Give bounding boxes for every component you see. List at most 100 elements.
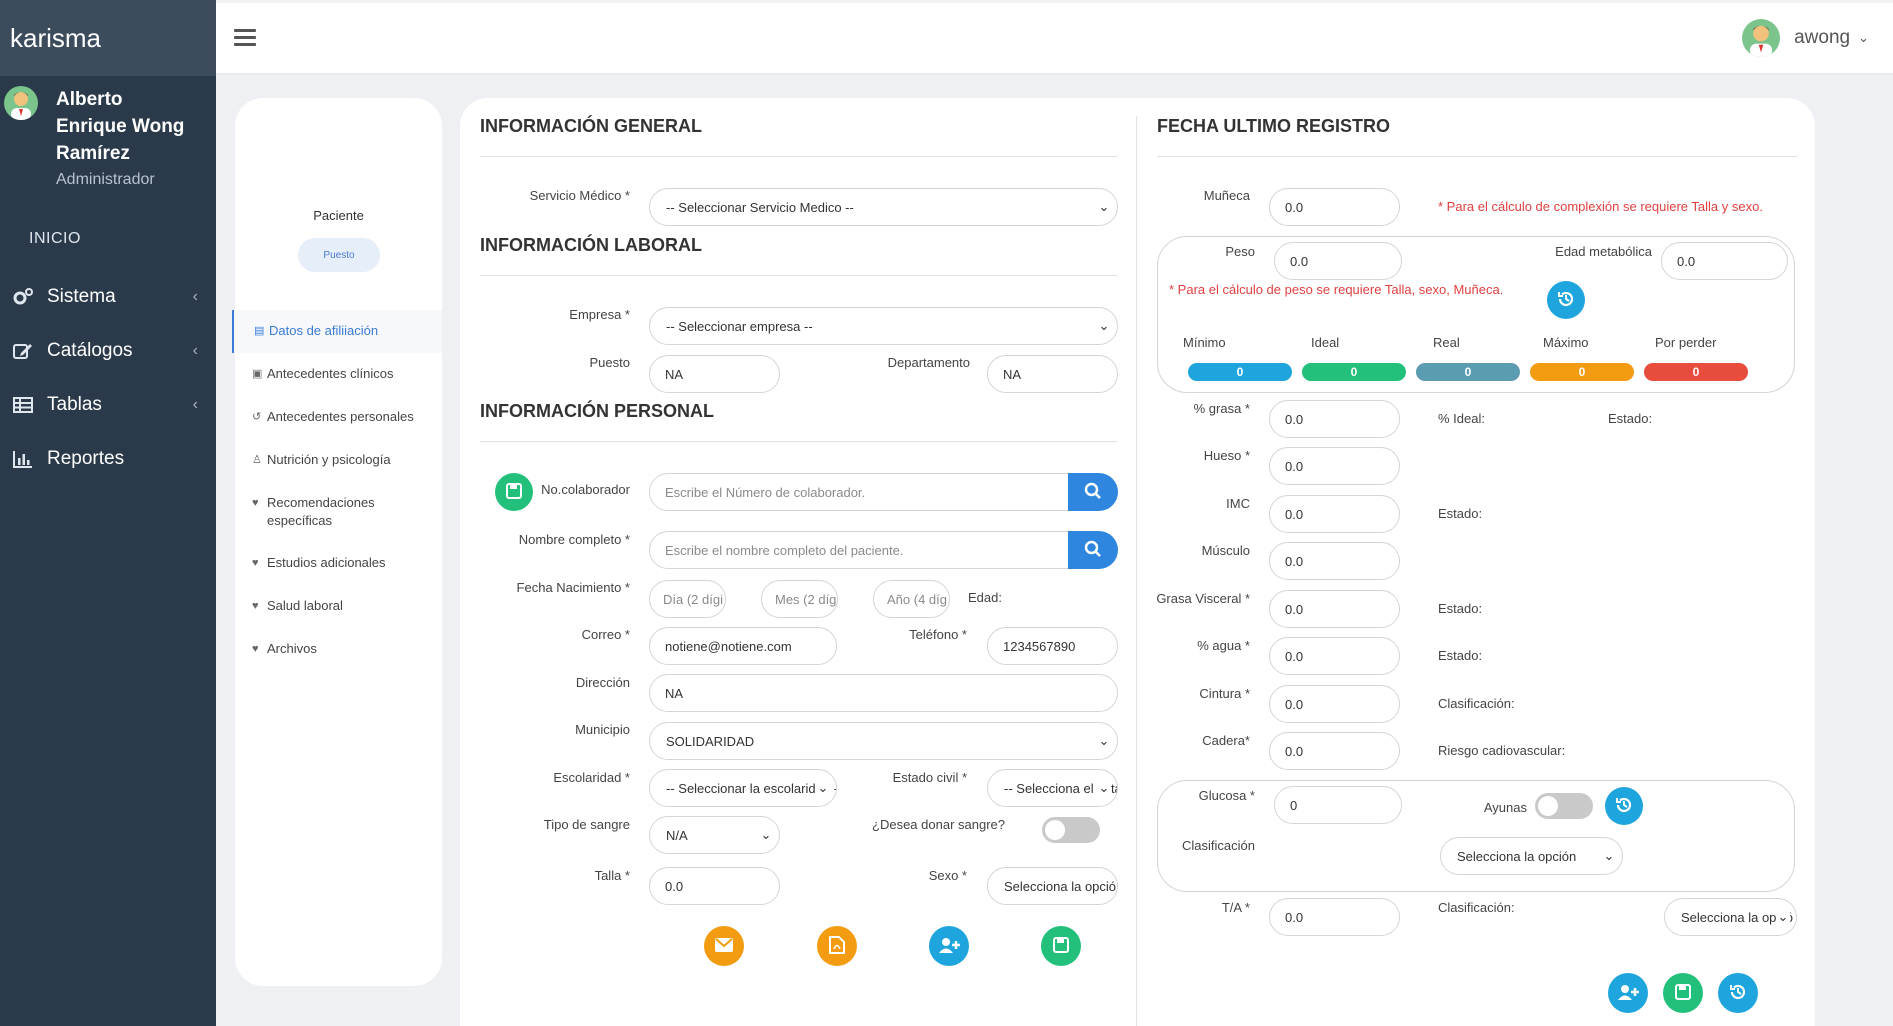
sidebar-item-sistema[interactable]: Sistema ‹ [0, 270, 216, 324]
envelope-icon [715, 937, 733, 955]
cintura-clasificacion-label: Clasificación: [1438, 696, 1515, 711]
imc-estado-label: Estado: [1438, 506, 1483, 521]
escolaridad-select[interactable]: -- Seleccionar la escolaridad -- ⌄ [649, 769, 837, 807]
sidebar-nav: Sistema ‹ Catálogos ‹ Tablas ‹ Reportes [0, 270, 216, 486]
chevron-down-icon: ⌄ [1602, 848, 1616, 863]
patient-title: Paciente [313, 208, 364, 223]
menu-item-antecedentes-personales[interactable]: ↺ Antecedentes personales [232, 396, 442, 439]
telefono-input[interactable]: 1234567890 [987, 627, 1118, 665]
menu-item-datos-afiliacion[interactable]: ▤ Datos de afiliiación [232, 310, 442, 353]
grasa-visceral-input[interactable]: 0.0 [1269, 590, 1400, 628]
user-menu[interactable]: awong ⌄ [1742, 19, 1869, 57]
pdf-button[interactable] [817, 926, 857, 966]
nombre-input[interactable]: Escribe el nombre completo del paciente. [649, 531, 1069, 569]
donar-sangre-toggle[interactable] [1042, 817, 1100, 843]
search-icon [1084, 540, 1102, 561]
menu-item-archivos[interactable]: ♥ Archivos [232, 628, 442, 671]
divider [480, 441, 1117, 442]
agua-label: % agua * [1197, 638, 1250, 653]
peso-input[interactable]: 0.0 [1274, 242, 1402, 280]
cintura-label: Cintura * [1199, 686, 1250, 701]
hueso-input[interactable]: 0.0 [1269, 447, 1400, 485]
sexo-select[interactable]: Selecciona la opció [987, 867, 1118, 905]
search-colaborador-button[interactable] [1068, 473, 1118, 511]
ta-clasificacion-select[interactable]: Selecciona la opció ⌄ [1664, 898, 1797, 936]
save-registro-button[interactable] [1663, 973, 1703, 1013]
direccion-label: Dirección [575, 675, 630, 690]
sidebar-item-reportes[interactable]: Reportes [0, 432, 216, 486]
history-icon [1729, 983, 1747, 1004]
menu-item-estudios-adicionales[interactable]: ♥ Estudios adicionales [232, 542, 442, 585]
edad-metabolica-input[interactable]: 0.0 [1661, 242, 1788, 280]
history-registro-button[interactable] [1718, 973, 1758, 1013]
sidebar-item-tablas[interactable]: Tablas ‹ [0, 378, 216, 432]
menu-item-salud-laboral[interactable]: ♥ Salud laboral [232, 585, 442, 628]
history-icon: ↺ [252, 411, 262, 423]
email-button[interactable] [704, 926, 744, 966]
ta-input[interactable]: 0.0 [1269, 898, 1400, 936]
search-nombre-button[interactable] [1068, 531, 1118, 569]
range-bar-maximo: 0 [1530, 363, 1634, 381]
recalculate-peso-button[interactable] [1547, 281, 1585, 319]
talla-input[interactable]: 0.0 [649, 867, 780, 905]
tipo-sangre-select[interactable]: N/A ⌄ [649, 816, 780, 854]
save-icon [506, 482, 522, 502]
hamburger-menu-icon[interactable] [234, 29, 256, 47]
riesgo-cardiovascular-label: Riesgo cadiovascular: [1438, 743, 1566, 758]
nav-section-inicio[interactable]: INICIO [0, 230, 216, 270]
menu-item-antecedentes-clinicos[interactable]: ▣ Antecedentes clínicos [232, 353, 442, 396]
departamento-label: Departamento [887, 355, 970, 370]
sidebar-item-catalogos[interactable]: Catálogos ‹ [0, 324, 216, 378]
colaborador-input[interactable]: Escribe el Número de colaborador. [649, 473, 1069, 511]
glucosa-clasificacion-label: Clasificación [1182, 838, 1255, 853]
chevron-left-icon: ‹ [192, 288, 198, 305]
user-doctor-icon: ♙ [252, 454, 262, 466]
direccion-input[interactable]: NA [649, 674, 1118, 712]
glucosa-clasificacion-select[interactable]: Selecciona la opción ⌄ [1440, 837, 1623, 875]
brand-logo[interactable]: karisma [0, 0, 216, 76]
donar-sangre-label: ¿Desea donar sangre? [872, 817, 1005, 832]
ayunas-toggle[interactable] [1535, 793, 1593, 819]
chevron-down-icon: ⌄ [1097, 780, 1111, 795]
municipio-select[interactable]: SOLIDARIDAD ⌄ [649, 722, 1118, 760]
telefono-label: Teléfono * [909, 627, 967, 642]
talla-label: Talla * [594, 868, 630, 883]
anio-input[interactable]: Año (4 díg [873, 580, 950, 618]
grasa-input[interactable]: 0.0 [1269, 400, 1400, 438]
glucosa-input[interactable]: 0 [1274, 786, 1402, 824]
hueso-label: Hueso * [1203, 448, 1250, 463]
musculo-input[interactable]: 0.0 [1269, 542, 1400, 580]
glucosa-label: Glucosa * [1198, 788, 1255, 803]
chevron-down-icon: ⌄ [1776, 909, 1790, 924]
save-colaborador-button[interactable] [495, 473, 533, 511]
mes-input[interactable]: Mes (2 díg [761, 580, 838, 618]
user-plus-icon [1617, 984, 1639, 1003]
dia-input[interactable]: Día (2 dígi [649, 580, 726, 618]
save-button[interactable] [1041, 926, 1081, 966]
correo-input[interactable]: notiene@notiene.com [649, 627, 837, 665]
empresa-select[interactable]: -- Seleccionar empresa -- ⌄ [649, 307, 1118, 345]
servicio-medico-select[interactable]: -- Seleccionar Servicio Medico -- ⌄ [649, 188, 1118, 226]
menu-item-nutricion-psicologia[interactable]: ♙ Nutrición y psicología [232, 439, 442, 482]
cadera-input[interactable]: 0.0 [1269, 732, 1400, 770]
departamento-input[interactable]: NA [987, 355, 1118, 393]
menu-item-recomendaciones[interactable]: ♥ Recomendaciones específicas [232, 482, 442, 542]
puesto-input[interactable]: NA [649, 355, 780, 393]
recalculate-glucosa-button[interactable] [1605, 787, 1643, 825]
username: awong [1794, 27, 1851, 48]
section-title-general: INFORMACIÓN GENERAL [480, 116, 702, 136]
edad-label: Edad: [968, 590, 1002, 605]
add-user-registro-button[interactable] [1608, 973, 1648, 1013]
search-icon [1084, 482, 1102, 503]
muneca-input[interactable]: 0.0 [1269, 188, 1400, 226]
visceral-estado-label: Estado: [1438, 601, 1483, 616]
history-icon [1557, 290, 1575, 311]
agua-input[interactable]: 0.0 [1269, 637, 1400, 675]
imc-input[interactable]: 0.0 [1269, 495, 1400, 533]
estado-civil-select[interactable]: -- Selecciona el esta ⌄ [987, 769, 1118, 807]
divider [480, 156, 1117, 157]
add-user-button[interactable] [929, 926, 969, 966]
grasa-ideal-label: % Ideal: [1438, 411, 1485, 426]
cintura-input[interactable]: 0.0 [1269, 685, 1400, 723]
user-role: Administrador [56, 171, 155, 188]
